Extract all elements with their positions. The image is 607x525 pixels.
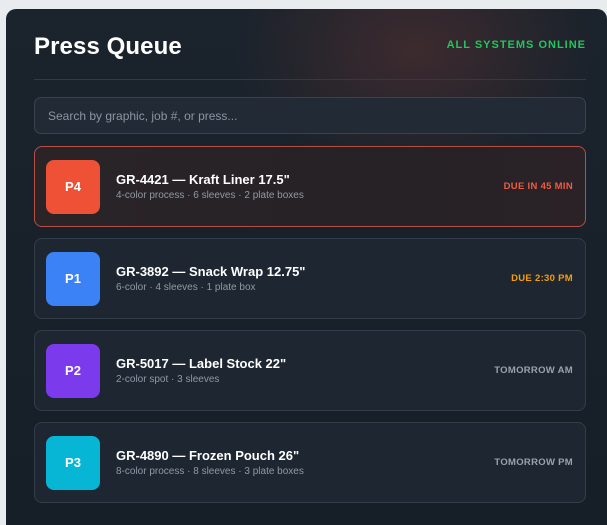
due-label: DUE 2:30 PM <box>511 273 573 284</box>
press-badge: P3 <box>46 435 100 490</box>
page-title: Press Queue <box>34 33 182 60</box>
press-badge: P2 <box>46 343 100 398</box>
job-title: GR-5017 — Label Stock 22" <box>116 355 287 371</box>
system-status-badge: ALL SYSTEMS ONLINE <box>446 39 586 51</box>
job-meta: 4-color process · 6 sleeves · 2 plate bo… <box>116 189 304 201</box>
due-label: TOMORROW AM <box>494 365 573 376</box>
job-info: GR-5017 — Label Stock 22" 2-color spot ·… <box>116 356 494 386</box>
press-badge: P4 <box>46 159 100 214</box>
job-card[interactable]: P1 GR-3892 — Snack Wrap 12.75" 6-color ·… <box>34 238 586 319</box>
job-card[interactable]: P4 GR-4421 — Kraft Liner 17.5" 4-color p… <box>34 146 586 227</box>
job-meta: 2-color spot · 3 sleeves <box>116 373 220 385</box>
job-meta: 6-color · 4 sleeves · 1 plate box <box>116 281 256 293</box>
job-title: GR-4890 — Frozen Pouch 26" <box>116 447 300 463</box>
job-title: GR-4421 — Kraft Liner 17.5" <box>116 171 290 187</box>
search-box[interactable] <box>34 97 586 134</box>
job-info: GR-4890 — Frozen Pouch 26" 8-color proce… <box>116 448 494 478</box>
panel-header: Press Queue ALL SYSTEMS ONLINE <box>34 9 586 80</box>
press-badge: P1 <box>46 251 100 306</box>
search-input[interactable] <box>48 108 572 123</box>
due-label: DUE IN 45 MIN <box>503 181 573 192</box>
job-card[interactable]: P2 GR-5017 — Label Stock 22" 2-color spo… <box>34 330 586 411</box>
job-card[interactable]: P3 GR-4890 — Frozen Pouch 26" 8-color pr… <box>34 422 586 503</box>
job-info: GR-3892 — Snack Wrap 12.75" 6-color · 4 … <box>116 264 511 294</box>
job-info: GR-4421 — Kraft Liner 17.5" 4-color proc… <box>116 172 504 202</box>
job-meta: 8-color process · 8 sleeves · 3 plate bo… <box>116 465 304 477</box>
press-queue-panel: Press Queue ALL SYSTEMS ONLINE P4 GR-442… <box>6 9 607 525</box>
due-label: TOMORROW PM <box>494 457 573 468</box>
job-title: GR-3892 — Snack Wrap 12.75" <box>116 263 306 279</box>
job-list: P4 GR-4421 — Kraft Liner 17.5" 4-color p… <box>34 146 586 503</box>
